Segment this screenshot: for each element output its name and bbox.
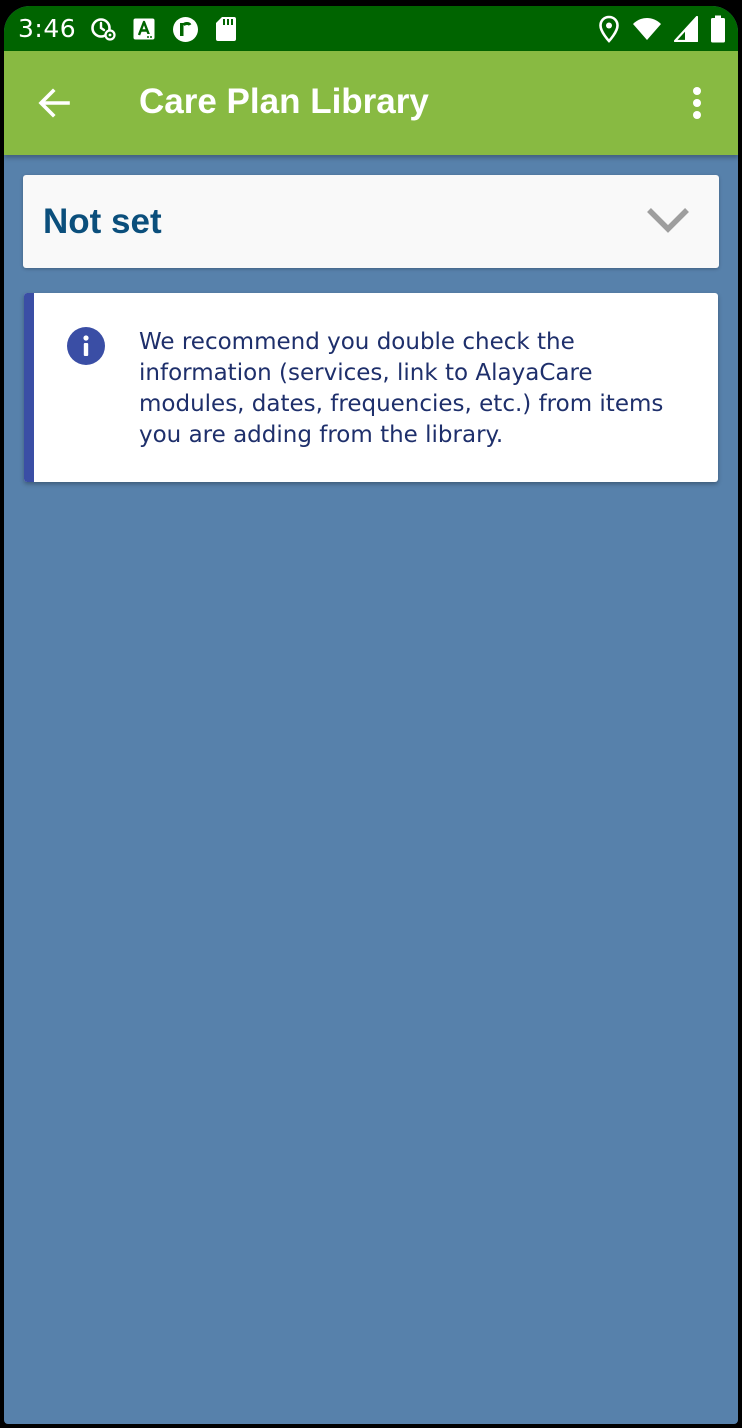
data-saver-icon [91,18,116,41]
status-bar: 3:46 [4,6,738,51]
care-plan-filter-select[interactable]: Not set [23,175,719,268]
accessibility-a-icon [133,18,155,40]
status-time: 3:46 [18,14,77,43]
arrow-back-icon [38,88,70,118]
back-button[interactable] [26,75,82,131]
app-bar: Care Plan Library [4,51,738,155]
status-right-icons [598,15,726,43]
select-value: Not set [43,202,162,241]
more-vert-icon [693,87,701,119]
notice-accent-bar [24,293,34,482]
battery-icon [711,15,725,43]
cell-signal-icon [674,16,698,42]
page-title: Care Plan Library [139,82,429,121]
more-options-button[interactable] [672,77,722,129]
info-notice: We recommend you double check the inform… [24,293,718,482]
location-pin-icon [599,15,619,43]
info-icon [67,327,105,365]
app-r-icon [173,16,198,42]
chevron-down-icon [647,208,689,233]
sd-card-icon [216,17,236,41]
phone-screen: 3:46 Care Plan Library Not set We recomm… [4,6,738,1424]
notice-text: We recommend you double check the inform… [139,329,664,448]
wifi-icon [633,18,661,40]
status-left-icons [90,15,237,43]
